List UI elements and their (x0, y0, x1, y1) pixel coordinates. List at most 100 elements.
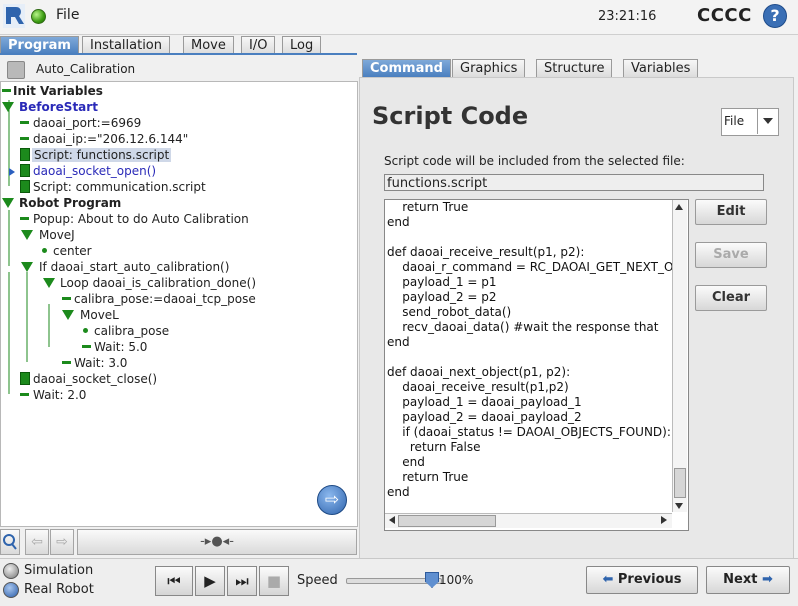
rewind-icon: ⏮ (167, 572, 181, 590)
vertical-scroll-thumb[interactable] (674, 468, 686, 498)
tree-node-center[interactable]: center (53, 244, 92, 258)
tree-node-if-start-calibration[interactable]: If daoai_start_auto_calibration() (39, 260, 229, 274)
tree-node-beforestart[interactable]: BeforeStart (19, 100, 98, 114)
play-button[interactable]: ▶ (195, 566, 225, 596)
real-robot-radio[interactable] (3, 582, 19, 598)
simulation-label: Simulation (24, 563, 94, 578)
chevron-down-icon[interactable] (757, 108, 778, 134)
step-button[interactable]: ⏭ (227, 566, 257, 596)
tab-installation[interactable]: Installation (82, 36, 171, 54)
tab-program[interactable]: Program (0, 36, 79, 54)
speed-label: Speed (297, 573, 338, 588)
code-line: daoai_r_command = RC_DAOAI_GET_NEXT_O (387, 260, 674, 274)
tree-node-movej[interactable]: MoveJ (39, 228, 75, 242)
code-line: recv_daoai_data() #wait the response tha… (387, 320, 659, 334)
page-title: Script Code (372, 102, 529, 130)
tab-graphics[interactable]: Graphics (452, 59, 526, 77)
dash-icon (20, 137, 29, 140)
tree-node-script-communication[interactable]: Script: communication.script (33, 180, 206, 194)
tree-node-loop-calibration-done[interactable]: Loop daoai_is_calibration_done() (60, 276, 256, 290)
tree-node-calibra-pose[interactable]: calibra_pose (94, 324, 169, 338)
code-line: daoai_receive_result(p1,p2) (387, 380, 569, 394)
script-icon (20, 164, 30, 177)
script-description: Script code will be included from the se… (384, 154, 685, 168)
triangle-icon[interactable] (2, 198, 14, 208)
tree-node-movel[interactable]: MoveL (80, 308, 119, 322)
code-view[interactable]: return True end def daoai_receive_result(… (384, 199, 689, 531)
tree-node-robot-program[interactable]: Robot Program (19, 196, 121, 210)
step-icon: ⏭ (235, 572, 249, 590)
tab-variables[interactable]: Variables (623, 59, 699, 77)
tab-move[interactable]: Move (183, 36, 234, 54)
tree-node-script-functions[interactable]: Script: functions.script (32, 148, 172, 162)
code-line: payload_2 = p2 (387, 290, 497, 304)
edit-button[interactable]: Edit (695, 199, 767, 225)
help-icon[interactable]: ? (763, 4, 787, 28)
code-line: payload_1 = daoai_payload_1 (387, 395, 582, 409)
triangle-icon[interactable] (62, 310, 74, 320)
undo-button[interactable]: ⇦ (25, 529, 49, 555)
robot-name: CCCC (697, 5, 752, 26)
tab-underline (0, 53, 357, 55)
stop-button[interactable]: ■ (259, 566, 289, 596)
tree-node-socket-close[interactable]: daoai_socket_close() (33, 372, 157, 386)
dash-icon (62, 361, 71, 364)
tab-io[interactable]: I/O (241, 36, 276, 54)
triangle-icon[interactable] (21, 230, 33, 240)
horizontal-scroll-thumb[interactable] (398, 515, 496, 527)
stop-icon: ■ (266, 572, 282, 590)
save-button[interactable]: Save (695, 242, 767, 268)
tab-command[interactable]: Command (362, 59, 451, 77)
script-icon (20, 372, 30, 385)
code-line: end (387, 215, 410, 229)
tree-node-wait-2[interactable]: Wait: 2.0 (33, 388, 86, 402)
clear-button[interactable]: Clear (695, 285, 767, 311)
dash-icon (82, 345, 91, 348)
vertical-scrollbar[interactable] (672, 200, 687, 512)
speed-value: 100% (439, 573, 474, 587)
program-file-icon (7, 61, 25, 79)
play-icon: ▶ (204, 572, 216, 590)
triangle-icon[interactable] (2, 102, 14, 112)
arrow-right-icon: ➡ (761, 572, 773, 587)
tree-node-daoai-port[interactable]: daoai_port:=6969 (33, 116, 141, 130)
previous-label: Previous (617, 572, 682, 587)
scroll-left-icon[interactable] (389, 516, 395, 524)
code-line: return True (387, 470, 469, 484)
code-line: if (daoai_status != DAOAI_OBJECTS_FOUND)… (387, 425, 671, 439)
scroll-up-icon[interactable] (675, 204, 683, 210)
tree-node-init-variables[interactable]: Init Variables (13, 84, 103, 98)
code-line: send_robot_data() (387, 305, 512, 319)
previous-button[interactable]: ⬅ Previous (586, 566, 698, 594)
scroll-down-icon[interactable] (675, 503, 683, 509)
undo-icon: ⇦ (31, 534, 43, 550)
tree-node-popup[interactable]: Popup: About to do Auto Calibration (33, 212, 249, 226)
tab-structure[interactable]: Structure (536, 59, 613, 77)
file-menu[interactable]: File (56, 7, 79, 23)
triangle-icon[interactable] (21, 262, 33, 272)
tab-log[interactable]: Log (282, 36, 322, 54)
tree-node-socket-open[interactable]: daoai_socket_open() (33, 164, 156, 178)
scroll-right-icon[interactable] (661, 516, 667, 524)
goto-current-node-button[interactable]: ⇨ (317, 485, 347, 515)
redo-button[interactable]: ⇨ (50, 529, 74, 555)
magnify-button[interactable] (0, 529, 20, 555)
next-button[interactable]: Next ➡ (706, 566, 790, 594)
rewind-button[interactable]: ⏮ (155, 566, 193, 596)
tree-node-calibra-pose-assign[interactable]: calibra_pose:=daoai_tcp_pose (74, 292, 256, 306)
code-line: def daoai_next_object(p1, p2): (387, 365, 571, 379)
dash-icon (20, 217, 29, 220)
triangle-icon[interactable] (43, 278, 55, 288)
code-line: end (387, 455, 425, 469)
tree-node-wait-5[interactable]: Wait: 5.0 (94, 340, 147, 354)
script-icon (20, 180, 30, 193)
tree-node-wait-3[interactable]: Wait: 3.0 (74, 356, 127, 370)
arrow-left-icon: ⬅ (602, 572, 614, 587)
simulation-radio[interactable] (3, 563, 19, 579)
status-indicator-icon (31, 9, 46, 24)
waypoint-icon (42, 248, 47, 253)
tree-node-daoai-ip[interactable]: daoai_ip:="206.12.6.144" (33, 132, 188, 146)
collapse-toggle-button[interactable]: -▸●◂- (77, 529, 357, 555)
filename-field[interactable]: functions.script (384, 174, 764, 191)
